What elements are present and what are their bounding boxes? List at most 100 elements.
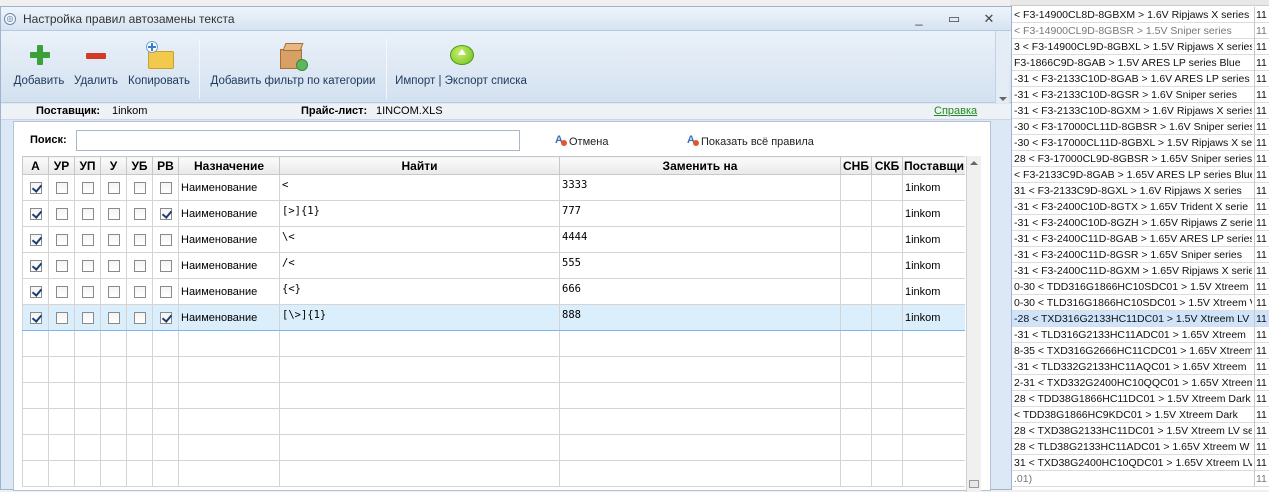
replace-cell[interactable]: 3333 — [559, 174, 841, 201]
rule-flag-checkbox-ub[interactable] — [133, 181, 146, 194]
rule-flag-checkbox-rv[interactable] — [159, 259, 172, 272]
copy-button[interactable]: Копировать — [125, 39, 193, 87]
rule-flag-checkbox-up[interactable] — [81, 207, 94, 220]
column-header[interactable]: А — [22, 156, 49, 175]
replace-cell[interactable]: 555 — [559, 252, 841, 279]
target-cell[interactable]: Наименование — [178, 226, 280, 253]
add-category-filter-button[interactable]: Добавить фильтр по категории — [205, 39, 381, 87]
rule-flag-checkbox-up[interactable] — [81, 233, 94, 246]
skb-cell[interactable] — [871, 200, 903, 227]
table-row[interactable]: Наименование {<} 666 1inkom — [22, 278, 965, 305]
close-button[interactable]: ✕ — [977, 10, 1001, 28]
rule-flag-checkbox-ur[interactable] — [55, 259, 68, 272]
column-header[interactable]: Назначение — [178, 156, 280, 175]
rule-flag-checkbox-ub[interactable] — [133, 311, 146, 324]
rule-flag-checkbox-a[interactable] — [29, 207, 42, 220]
column-header[interactable]: РВ — [152, 156, 179, 175]
find-cell[interactable]: \< — [279, 226, 560, 253]
replace-cell[interactable]: 888 — [559, 304, 841, 331]
snb-cell[interactable] — [840, 278, 872, 305]
column-header[interactable]: УП — [74, 156, 101, 175]
title-bar[interactable]: ◎ Настройка правил автозамены текста _ ▭… — [1, 7, 1011, 31]
replace-cell[interactable]: 666 — [559, 278, 841, 305]
skb-cell[interactable] — [871, 226, 903, 253]
rule-flag-checkbox-ur[interactable] — [55, 207, 68, 220]
rule-flag-checkbox-u[interactable] — [107, 259, 120, 272]
column-header[interactable]: У — [100, 156, 127, 175]
rule-flag-checkbox-up[interactable] — [81, 259, 94, 272]
column-header[interactable]: СНБ — [840, 156, 872, 175]
replace-cell[interactable]: 4444 — [559, 226, 841, 253]
rule-flag-checkbox-ur[interactable] — [55, 285, 68, 298]
table-row[interactable]: Наименование [>]{1} 777 1inkom — [22, 200, 965, 227]
supplier-cell[interactable]: 1inkom — [902, 226, 965, 253]
rule-flag-checkbox-ur[interactable] — [55, 181, 68, 194]
rule-flag-checkbox-ub[interactable] — [133, 259, 146, 272]
target-cell[interactable]: Наименование — [178, 278, 280, 305]
rule-flag-checkbox-ur[interactable] — [55, 311, 68, 324]
rule-flag-checkbox-a[interactable] — [29, 311, 42, 324]
find-cell[interactable]: {<} — [279, 278, 560, 305]
target-cell[interactable]: Наименование — [178, 174, 280, 201]
minimize-button[interactable]: _ — [907, 10, 931, 28]
cancel-filter-button[interactable]: A Отмена — [554, 134, 608, 148]
target-cell[interactable]: Наименование — [178, 304, 280, 331]
find-cell[interactable]: [\>]{1} — [279, 304, 560, 331]
skb-cell[interactable] — [871, 252, 903, 279]
supplier-cell[interactable]: 1inkom — [902, 278, 965, 305]
snb-cell[interactable] — [840, 304, 872, 331]
rule-flag-checkbox-up[interactable] — [81, 311, 94, 324]
maximize-button[interactable]: ▭ — [942, 10, 966, 28]
supplier-cell[interactable]: 1inkom — [902, 304, 965, 331]
rule-flag-checkbox-rv[interactable] — [159, 207, 172, 220]
find-cell[interactable]: /< — [279, 252, 560, 279]
supplier-cell[interactable]: 1inkom — [902, 174, 965, 201]
grid-scrollbar[interactable] — [966, 156, 981, 492]
snb-cell[interactable] — [840, 200, 872, 227]
skb-cell[interactable] — [871, 174, 903, 201]
table-row[interactable]: Наименование <3333 1inkom — [22, 174, 965, 201]
snb-cell[interactable] — [840, 252, 872, 279]
column-header[interactable]: Найти — [279, 156, 560, 175]
rule-flag-checkbox-rv[interactable] — [159, 181, 172, 194]
import-export-button[interactable]: Импорт | Экспорт списка — [391, 39, 531, 87]
rule-flag-checkbox-a[interactable] — [29, 181, 42, 194]
snb-cell[interactable] — [840, 174, 872, 201]
find-cell[interactable]: < — [279, 174, 560, 201]
rule-flag-checkbox-ur[interactable] — [55, 233, 68, 246]
rule-flag-checkbox-up[interactable] — [81, 285, 94, 298]
rule-flag-checkbox-u[interactable] — [107, 233, 120, 246]
rule-flag-checkbox-u[interactable] — [107, 285, 120, 298]
column-header[interactable]: Заменить на — [559, 156, 841, 175]
search-input[interactable] — [76, 130, 520, 151]
skb-cell[interactable] — [871, 278, 903, 305]
rule-flag-checkbox-u[interactable] — [107, 181, 120, 194]
column-header[interactable]: УБ — [126, 156, 153, 175]
rule-flag-checkbox-a[interactable] — [29, 233, 42, 246]
table-row[interactable]: Наименование [\>]{1} 888 1inkom — [22, 304, 965, 331]
help-link[interactable]: Справка — [934, 105, 977, 117]
rule-flag-checkbox-rv[interactable] — [159, 311, 172, 324]
supplier-cell[interactable]: 1inkom — [902, 252, 965, 279]
toolbar-scrollbar[interactable] — [995, 31, 1009, 103]
replace-cell[interactable]: 777 — [559, 200, 841, 227]
target-cell[interactable]: Наименование — [178, 200, 280, 227]
rule-flag-checkbox-up[interactable] — [81, 181, 94, 194]
skb-cell[interactable] — [871, 304, 903, 331]
target-cell[interactable]: Наименование — [178, 252, 280, 279]
rule-flag-checkbox-u[interactable] — [107, 207, 120, 220]
rule-flag-checkbox-a[interactable] — [29, 259, 42, 272]
column-header[interactable]: Поставщи — [902, 156, 965, 175]
table-row[interactable]: Наименование \< 4444 1inkom — [22, 226, 965, 253]
rule-flag-checkbox-rv[interactable] — [159, 233, 172, 246]
column-header[interactable]: СКБ — [871, 156, 903, 175]
rule-flag-checkbox-rv[interactable] — [159, 285, 172, 298]
column-header[interactable]: УР — [48, 156, 75, 175]
rule-flag-checkbox-ub[interactable] — [133, 233, 146, 246]
delete-button[interactable]: Удалить — [73, 39, 119, 87]
rule-flag-checkbox-ub[interactable] — [133, 207, 146, 220]
rule-flag-checkbox-u[interactable] — [107, 311, 120, 324]
table-row[interactable]: Наименование/< 555 1inkom — [22, 252, 965, 279]
find-cell[interactable]: [>]{1} — [279, 200, 560, 227]
add-button[interactable]: Добавить — [11, 39, 67, 87]
